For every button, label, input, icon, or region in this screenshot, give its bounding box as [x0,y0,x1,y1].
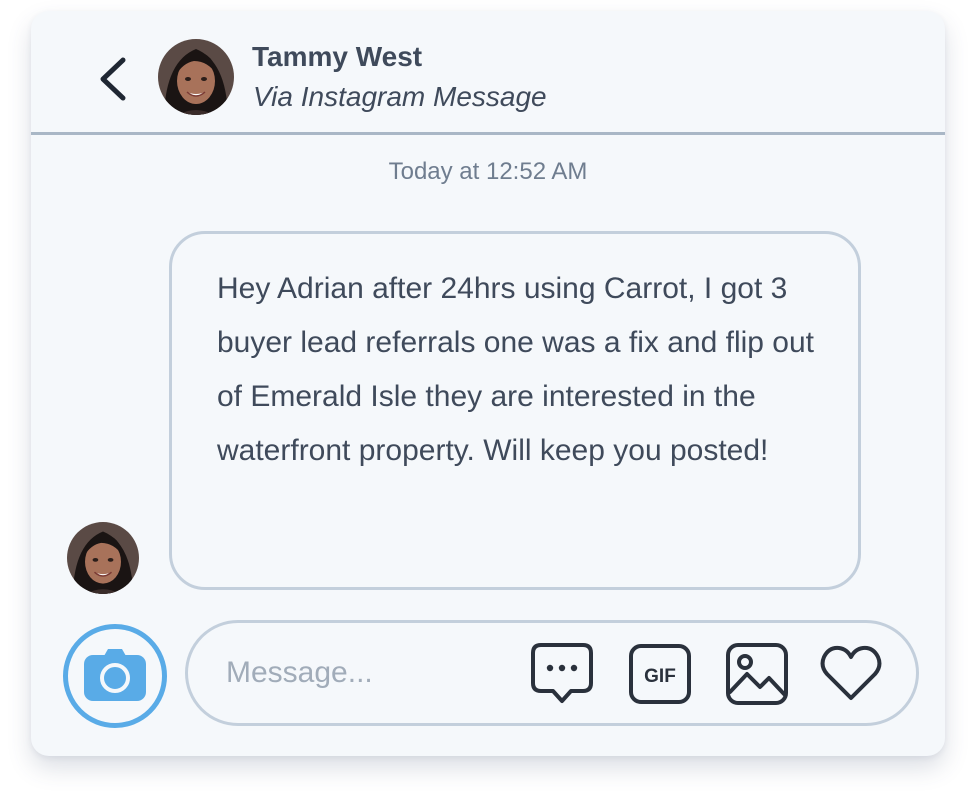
message-composer: GIF [185,620,919,726]
channel-label: Via Instagram Message [253,81,547,112]
gif-button[interactable]: GIF [629,644,691,711]
chat-bubble-icon [531,643,593,703]
message-timestamp: Today at 12:52 AM [388,158,588,185]
heart-icon [820,645,882,700]
svg-text:GIF: GIF [644,666,676,687]
message-text: Hey Adrian after 24hrs using Carrot, I g… [217,272,814,467]
chat-options-button[interactable] [529,641,595,712]
image-icon [726,643,788,705]
gif-icon: GIF [629,644,691,704]
chevron-left-icon [100,57,126,101]
message-bubble: Hey Adrian after 24hrs using Carrot, I g… [169,231,861,590]
sender-avatar [67,522,139,594]
like-button[interactable] [819,644,883,707]
message-input[interactable] [226,651,486,695]
camera-button[interactable] [63,624,167,728]
chat-window: Tammy West Via Instagram Message Today a… [31,11,945,756]
contact-name: Tammy West [252,41,423,72]
back-button[interactable] [93,55,133,103]
contact-avatar[interactable] [158,39,234,115]
camera-icon [84,649,146,701]
chat-header: Tammy West Via Instagram Message [31,11,945,135]
photo-button[interactable] [725,642,789,711]
